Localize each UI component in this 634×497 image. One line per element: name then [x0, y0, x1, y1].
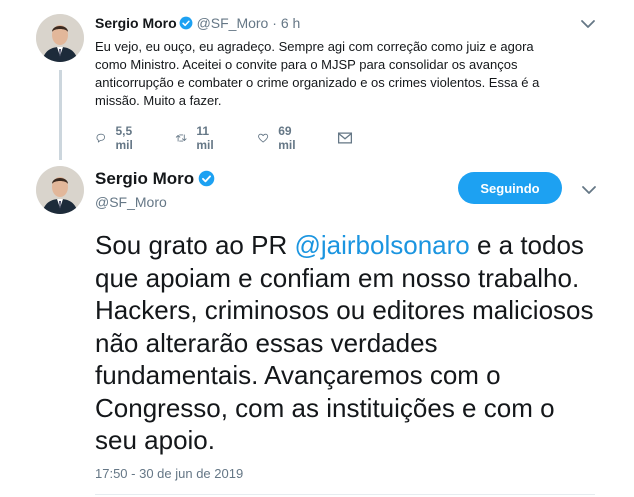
verified-badge-icon	[198, 170, 215, 187]
tweet-text: Eu vejo, eu ouço, eu agradeço. Sempre ag…	[95, 39, 540, 108]
reply-count: 5,5 mil	[115, 124, 133, 152]
mention-link[interactable]: @jairbolsonaro	[294, 230, 469, 260]
like-button[interactable]: 69 mil	[257, 124, 301, 152]
author-name[interactable]: Sergio Moro	[95, 169, 194, 188]
envelope-icon	[337, 132, 353, 144]
tweet-timestamp[interactable]: 17:50 - 30 de jun de 2019	[95, 466, 243, 482]
author-handle[interactable]: @SF_Moro	[197, 15, 269, 31]
retweet-count: 11 mil	[196, 124, 214, 152]
chevron-down-icon[interactable]	[580, 17, 596, 31]
heart-icon	[258, 133, 269, 143]
author-handle[interactable]: @SF_Moro	[95, 193, 167, 211]
tweet-text-rest: e a todos que apoiam e confiam em nosso …	[95, 230, 594, 455]
retweet-button[interactable]: 11 mil	[175, 124, 219, 152]
avatar[interactable]	[36, 14, 84, 62]
thread-connector-line	[59, 70, 62, 160]
like-count: 69 mil	[278, 124, 296, 152]
following-button[interactable]: Seguindo	[458, 172, 562, 204]
direct-message-button[interactable]	[336, 128, 363, 148]
reply-button[interactable]: 5,5 mil	[95, 124, 139, 152]
reply-icon	[96, 133, 105, 143]
author-name[interactable]: Sergio Moro	[95, 15, 177, 31]
tweet-text: Sou grato ao PR @jairbolsonaro e a todos…	[95, 229, 595, 457]
avatar[interactable]	[36, 166, 84, 214]
chevron-down-icon[interactable]	[581, 183, 597, 197]
divider	[95, 494, 595, 495]
tweet-header: Sergio Moro @SF_Moro · 6 h	[95, 14, 594, 32]
separator-dot: ·	[272, 15, 277, 31]
tweet-text-start: Sou grato ao PR	[95, 230, 295, 260]
author-name-row: Sergio Moro	[95, 168, 215, 190]
retweet-icon	[175, 134, 187, 142]
verified-badge-icon	[179, 16, 193, 30]
tweet-time[interactable]: 6 h	[281, 15, 300, 31]
